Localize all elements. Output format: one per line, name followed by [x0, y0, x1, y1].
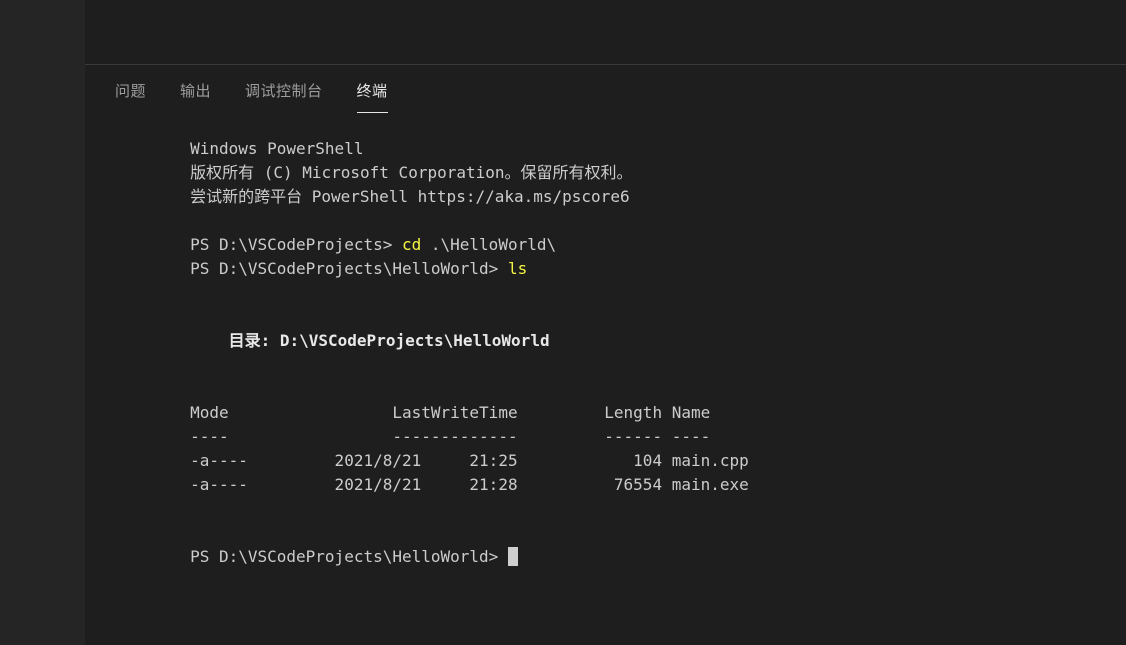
terminal-line-blank-4	[85, 329, 1126, 353]
terminal-cursor	[507, 547, 518, 566]
bottom-panel: 问题 输出 调试控制台 终端 Windows PowerShell 版权所有 (…	[85, 65, 1126, 645]
table-row: -a---- 2021/8/21 21:25 104 main.cpp	[85, 425, 1126, 470]
terminal-line-table-header: Mode LastWriteTime Length Name	[85, 377, 1126, 422]
tab-debug-console-label: 调试控制台	[245, 83, 323, 100]
vscode-window: 问题 输出 调试控制台 终端 Windows PowerShell 版权所有 (…	[0, 0, 1126, 645]
tab-output[interactable]: 输出	[180, 65, 211, 101]
terminal-output[interactable]: Windows PowerShell 版权所有 (C) Microsoft Co…	[85, 113, 1126, 645]
terminal-line-banner-copyright: 版权所有 (C) Microsoft Corporation。保留所有权利。	[85, 137, 1126, 182]
terminal-line-table-rule: ---- ------------- ------ ----	[85, 401, 1126, 446]
terminal-line-prompt-ls: PS D:\VSCodeProjects\HelloWorld> ls	[85, 233, 1126, 278]
terminal-line-blank-5	[85, 353, 1126, 377]
terminal-line-banner-upsell: 尝试新的跨平台 PowerShell https://aka.ms/pscore…	[85, 161, 1126, 206]
tab-output-label: 输出	[180, 83, 212, 100]
tab-problems[interactable]: 问题	[115, 65, 146, 101]
terminal-line-blank-7	[85, 497, 1126, 521]
terminal-line-prompt-cd: PS D:\VSCodeProjects> cd .\HelloWorld\	[85, 209, 1126, 254]
tab-terminal[interactable]: 终端	[356, 65, 388, 113]
terminal-line-blank-1	[85, 185, 1126, 209]
panel-tab-bar: 问题 输出 调试控制台 终端	[85, 65, 1126, 113]
terminal-line-blank-2	[85, 257, 1126, 281]
terminal-line-banner-title: Windows PowerShell	[85, 113, 1126, 158]
terminal-line-prompt-final[interactable]: PS D:\VSCodeProjects\HelloWorld>	[85, 521, 1126, 566]
prompt-final-prefix: PS D:\VSCodeProjects\HelloWorld>	[190, 547, 508, 566]
terminal-line-blank-3	[85, 281, 1126, 305]
sidebar-strip	[0, 0, 85, 645]
terminal-line-directory-header: 目录: D:\VSCodeProjects\HelloWorld	[85, 305, 1126, 350]
tab-debug-console[interactable]: 调试控制台	[245, 65, 323, 101]
editor-area	[85, 0, 1126, 64]
table-row: -a---- 2021/8/21 21:28 76554 main.exe	[85, 449, 1126, 494]
tab-terminal-label: 终端	[356, 83, 388, 100]
tab-problems-label: 问题	[115, 83, 147, 100]
terminal-line-blank-6	[85, 473, 1126, 497]
